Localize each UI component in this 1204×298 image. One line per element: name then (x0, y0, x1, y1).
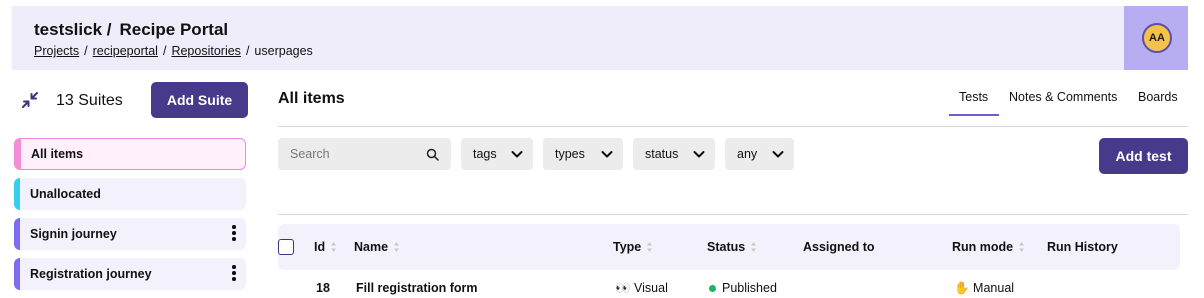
more-vertical-icon[interactable] (232, 225, 236, 243)
column-run-history: Run History (1047, 240, 1118, 254)
user-menu[interactable]: AA (1124, 6, 1188, 70)
sort-icon[interactable] (330, 241, 337, 253)
row-run-mode-label: Manual (973, 281, 1015, 295)
org-name[interactable]: testslick / (34, 20, 112, 39)
filter-label: tags (473, 147, 497, 161)
project-header: testslick / Recipe Portal Projects / recipe… (12, 6, 1188, 70)
row-status: Published (709, 281, 777, 295)
chevron-down-icon (511, 151, 523, 158)
select-all-checkbox[interactable] (278, 239, 294, 255)
suite-label: All items (31, 147, 84, 161)
table-header: Id Name Type Status Assigned to Run mode… (278, 224, 1180, 270)
suite-color-bar (15, 139, 21, 169)
column-label: Id (314, 240, 326, 254)
row-type: 👀 Visual (615, 281, 668, 296)
column-run-mode[interactable]: Run mode (952, 240, 1025, 254)
column-id[interactable]: Id (314, 240, 337, 254)
suite-color-bar (14, 258, 20, 290)
chevron-down-icon (693, 151, 705, 158)
suite-color-bar (14, 218, 20, 250)
status-filter[interactable]: status (633, 138, 715, 170)
row-type-label: Visual (634, 281, 668, 295)
breadcrumb-separator: / (84, 44, 88, 58)
suite-registration-journey[interactable]: Registration journey (14, 258, 246, 290)
active-tab-indicator (949, 114, 999, 116)
column-status[interactable]: Status (707, 240, 757, 254)
breadcrumb-separator: / (245, 44, 250, 58)
filter-label: types (555, 147, 585, 161)
suite-unallocated[interactable]: Unallocated (14, 178, 246, 210)
chevron-down-icon (601, 151, 613, 158)
row-id: 18 (316, 281, 330, 295)
tab-tests[interactable]: Tests (959, 90, 988, 104)
more-vertical-icon[interactable] (232, 265, 236, 283)
search-box[interactable] (278, 138, 451, 170)
add-test-button[interactable]: Add test (1099, 138, 1188, 174)
sort-icon[interactable] (393, 241, 400, 253)
search-input[interactable] (278, 138, 418, 170)
row-run-mode: ✋ Manual (954, 281, 1014, 296)
suite-all-items[interactable]: All items (14, 138, 246, 170)
tab-boards[interactable]: Boards (1138, 90, 1178, 104)
breadcrumb-recipeportal[interactable]: recipeportal (93, 44, 158, 58)
column-label: Assigned to (803, 240, 875, 254)
breadcrumb-current: userpages (254, 44, 313, 58)
eyes-icon: 👀 (615, 281, 635, 295)
add-suite-button[interactable]: Add Suite (151, 82, 248, 118)
divider (278, 214, 1188, 215)
chevron-down-icon (772, 151, 784, 158)
column-label: Run mode (952, 240, 1014, 254)
avatar[interactable]: AA (1142, 23, 1172, 53)
column-label: Name (354, 240, 389, 254)
suite-label: Registration journey (30, 267, 152, 281)
suite-label: Signin journey (30, 227, 117, 241)
page-title: testslick / Recipe Portal (34, 20, 228, 40)
sort-icon[interactable] (750, 241, 757, 253)
sort-icon[interactable] (1018, 241, 1025, 253)
breadcrumb-separator: / (162, 44, 167, 58)
column-label: Run History (1047, 240, 1118, 254)
suite-signin-journey[interactable]: Signin journey (14, 218, 246, 250)
breadcrumb-projects[interactable]: Projects (34, 44, 79, 58)
types-filter[interactable]: types (543, 138, 623, 170)
project-name: Recipe Portal (119, 20, 229, 39)
suite-count: 13 Suites (56, 92, 123, 109)
main-title: All items (278, 90, 345, 107)
column-type[interactable]: Type (613, 240, 653, 254)
search-icon[interactable] (426, 148, 439, 161)
row-status-label: Published (722, 281, 777, 295)
status-dot (709, 285, 716, 293)
divider (278, 126, 1188, 127)
column-name[interactable]: Name (354, 240, 400, 254)
hand-icon: ✋ (954, 281, 974, 295)
filter-label: any (737, 147, 758, 161)
column-assigned-to: Assigned to (803, 240, 875, 254)
any-filter[interactable]: any (725, 138, 794, 170)
row-name[interactable]: Fill registration form (356, 281, 478, 295)
sort-icon[interactable] (646, 241, 653, 253)
column-label: Status (707, 240, 746, 254)
collapse-icon[interactable] (20, 90, 40, 110)
filter-label: status (645, 147, 679, 161)
tags-filter[interactable]: tags (461, 138, 533, 170)
suite-label: Unallocated (30, 187, 101, 201)
breadcrumb-repositories[interactable]: Repositories (171, 44, 240, 58)
suite-color-bar (14, 178, 20, 210)
column-label: Type (613, 240, 642, 254)
tab-notes-comments[interactable]: Notes & Comments (1009, 90, 1117, 104)
table-row[interactable]: 18 Fill registration form 👀 Visual Publi… (278, 278, 1180, 298)
breadcrumb: Projects / recipeportal / Repositories / userp… (34, 44, 313, 58)
